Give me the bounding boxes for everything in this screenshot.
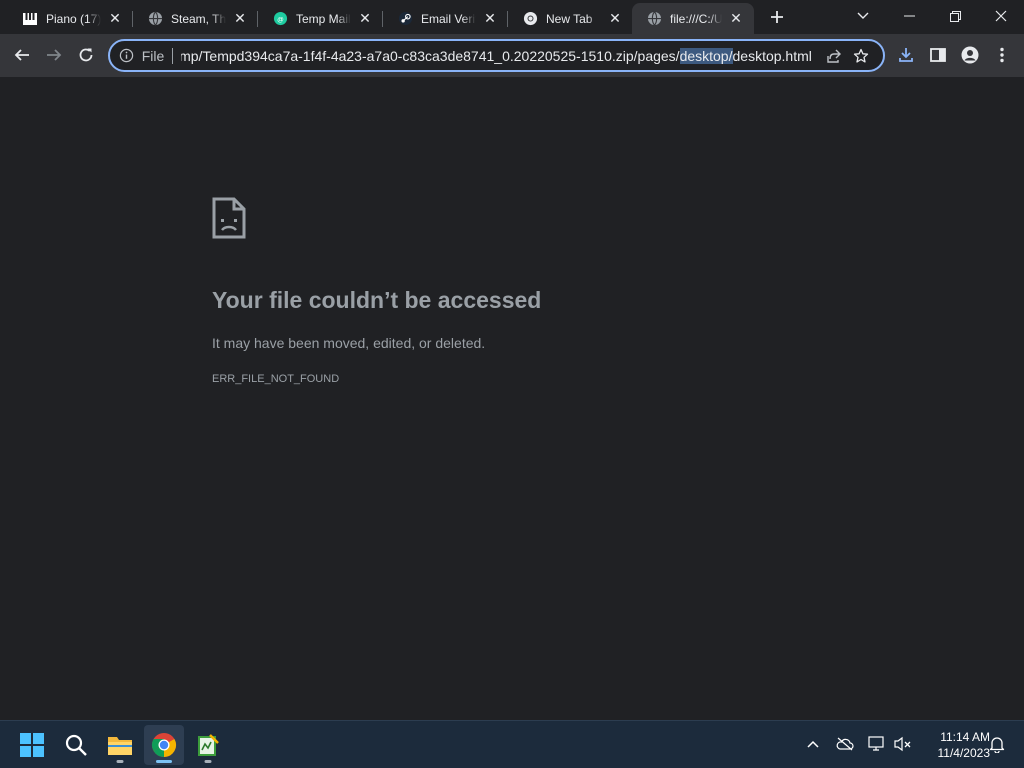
tab-title: file:///C:/U	[670, 11, 722, 26]
close-icon[interactable]: ✕	[607, 10, 623, 27]
notifications-button[interactable]	[986, 733, 1008, 755]
share-button[interactable]	[820, 44, 848, 68]
error-code: ERR_FILE_NOT_FOUND	[212, 373, 340, 385]
reload-icon	[79, 48, 93, 62]
close-window-button[interactable]	[978, 0, 1024, 32]
url-text[interactable]: emp/Tempd394ca7a-1f4f-4a23-a7a0-c83ca3de…	[181, 47, 812, 64]
sad-file-icon	[212, 197, 246, 244]
omnibox-divider	[172, 47, 174, 64]
chrome-icon	[151, 733, 177, 757]
more-vertical-icon	[1000, 47, 1004, 63]
chrome-button[interactable]	[144, 725, 184, 765]
minimize-button[interactable]	[886, 0, 932, 32]
steam-icon	[397, 11, 413, 27]
close-icon[interactable]: ✕	[357, 10, 373, 27]
tab-title: Steam, The	[171, 11, 226, 26]
bookmark-button[interactable]	[847, 44, 875, 68]
piano-icon	[22, 11, 38, 27]
reload-button[interactable]	[72, 41, 100, 69]
profile-button[interactable]	[956, 41, 984, 69]
start-button[interactable]	[12, 725, 52, 765]
restore-button[interactable]	[932, 0, 978, 32]
tab-title: Email Verif	[421, 11, 476, 26]
chevron-down-icon	[857, 12, 869, 19]
star-icon	[854, 48, 869, 63]
forward-button[interactable]	[40, 41, 68, 69]
notepad-icon	[198, 734, 219, 756]
taskbar: 11:14 AM 11/4/2023	[0, 720, 1024, 768]
tab-title: Piano (17)	[46, 11, 101, 26]
info-icon[interactable]	[118, 47, 136, 65]
temp-mail-icon: @	[272, 11, 288, 27]
show-hidden-icons-button[interactable]	[802, 733, 824, 755]
windows-icon	[20, 733, 44, 757]
close-icon[interactable]: ✕	[728, 10, 744, 27]
volume-button[interactable]	[892, 733, 914, 755]
plus-icon	[771, 11, 783, 23]
tab-file-active[interactable]: file:///C:/U ✕	[632, 3, 754, 34]
running-indicator	[116, 760, 124, 763]
tab-new-tab[interactable]: New Tab ✕	[508, 3, 633, 34]
close-icon	[995, 10, 1007, 22]
tab-steam[interactable]: Steam, The ✕	[133, 3, 258, 34]
error-title: Your file couldn’t be accessed	[212, 287, 542, 313]
tab-title: Temp Mail	[296, 11, 351, 26]
svg-text:@: @	[277, 16, 284, 23]
search-icon	[65, 734, 87, 756]
url-selection: desktop/	[679, 47, 733, 64]
volume-muted-icon	[894, 736, 911, 752]
onedrive-button[interactable]	[834, 733, 856, 755]
restore-icon	[949, 10, 961, 22]
network-button[interactable]	[866, 733, 888, 755]
folder-icon	[108, 737, 132, 755]
share-icon	[826, 49, 841, 63]
menu-button[interactable]	[988, 41, 1016, 69]
close-icon[interactable]: ✕	[232, 10, 248, 27]
tab-strip: Piano (17) ✕ Steam, The ✕ @ Temp Mail ✕ …	[0, 0, 1024, 34]
download-icon	[899, 48, 913, 62]
page-content: Your file couldn’t be accessed It may ha…	[0, 77, 1024, 720]
browser-toolbar: File emp/Tempd394ca7a-1f4f-4a23-a7a0-c83…	[0, 34, 1024, 77]
arrow-left-icon	[14, 49, 29, 61]
network-icon	[868, 736, 884, 751]
profile-icon	[961, 46, 979, 64]
side-panel-icon	[930, 48, 946, 62]
arrow-right-icon	[47, 49, 62, 61]
clock-time: 11:14 AM	[940, 730, 990, 744]
file-explorer-button[interactable]	[100, 725, 140, 765]
url-after-selection: desktop.html	[732, 47, 812, 64]
close-icon[interactable]: ✕	[482, 10, 498, 27]
chevron-up-icon	[807, 740, 819, 748]
file-scheme-chip[interactable]: File	[142, 48, 165, 64]
tab-email-verification[interactable]: Email Verif ✕	[383, 3, 508, 34]
error-message: It may have been moved, edited, or delet…	[212, 335, 486, 351]
globe-icon	[147, 11, 163, 27]
side-panel-button[interactable]	[924, 41, 952, 69]
cloud-off-icon	[836, 737, 854, 751]
tab-search-button[interactable]	[840, 0, 886, 32]
bell-icon	[989, 737, 1005, 753]
taskbar-clock[interactable]: 11:14 AM 11/4/2023	[918, 729, 991, 761]
new-tab-button[interactable]	[766, 6, 788, 28]
address-bar[interactable]: File emp/Tempd394ca7a-1f4f-4a23-a7a0-c83…	[108, 39, 885, 72]
running-indicator	[156, 760, 172, 763]
downloads-button[interactable]	[892, 41, 920, 69]
tab-temp-mail[interactable]: @ Temp Mail ✕	[258, 3, 383, 34]
close-icon[interactable]: ✕	[107, 10, 123, 27]
notepad-app-button[interactable]	[188, 725, 228, 765]
chrome-icon	[522, 11, 538, 27]
search-button[interactable]	[56, 725, 96, 765]
tab-title: New Tab	[546, 11, 593, 26]
tab-piano[interactable]: Piano (17) ✕	[8, 3, 133, 34]
globe-icon	[646, 11, 662, 27]
minimize-icon	[903, 15, 915, 17]
clock-date: 11/4/2023	[937, 746, 991, 760]
running-indicator	[204, 760, 212, 763]
back-button[interactable]	[8, 41, 36, 69]
url-before-selection: emp/Tempd394ca7a-1f4f-4a23-a7a0-c83ca3de…	[181, 47, 680, 64]
